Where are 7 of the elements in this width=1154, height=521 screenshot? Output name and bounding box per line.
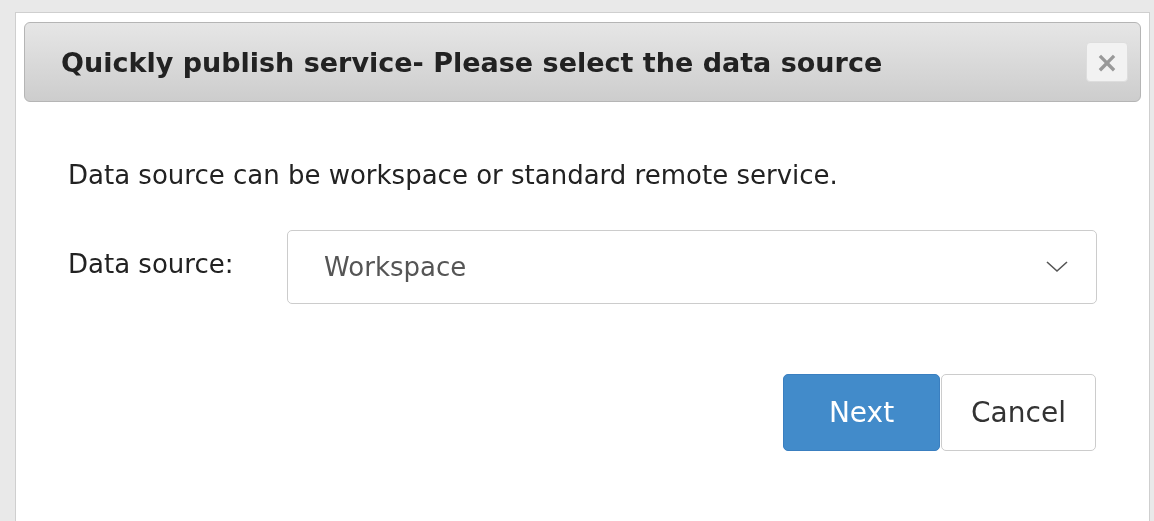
description-text: Data source can be workspace or standard remote service. bbox=[68, 160, 839, 190]
next-button[interactable]: Next bbox=[783, 374, 940, 451]
dialog-title: Quickly publish service- Please select the data source bbox=[61, 46, 883, 78]
cancel-button[interactable]: Cancel bbox=[941, 374, 1096, 451]
data-source-dropdown[interactable]: Workspace bbox=[287, 230, 1097, 304]
field-label: Data source: bbox=[68, 249, 235, 279]
chevron-down-icon bbox=[1046, 261, 1068, 273]
